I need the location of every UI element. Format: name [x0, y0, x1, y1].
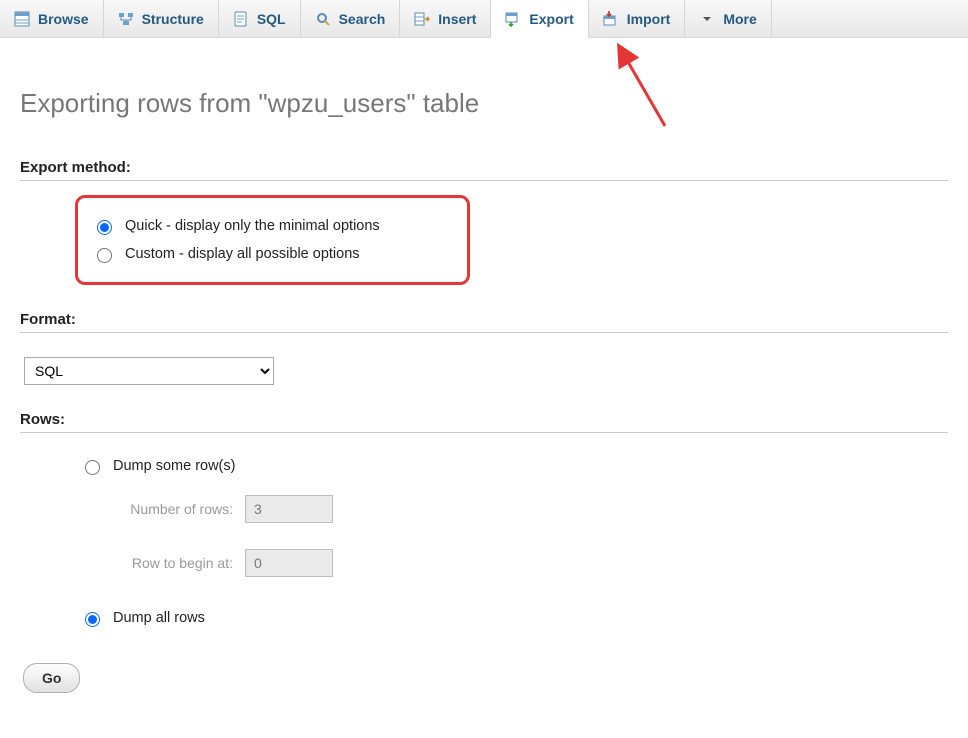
structure-icon	[118, 11, 134, 27]
begin-at-row: Row to begin at:	[118, 549, 948, 577]
tab-label: Browse	[38, 11, 89, 27]
tab-label: Insert	[438, 11, 476, 27]
tab-insert[interactable]: Insert	[400, 0, 491, 37]
go-button[interactable]: Go	[23, 663, 80, 693]
insert-icon	[414, 11, 430, 27]
tab-browse[interactable]: Browse	[0, 0, 104, 37]
radio-custom-label: Custom - display all possible options	[125, 246, 360, 262]
radio-dump-all-label: Dump all rows	[113, 610, 205, 626]
radio-quick[interactable]: Quick - display only the minimal options	[92, 212, 447, 240]
sql-icon	[233, 11, 249, 27]
num-rows-input[interactable]	[245, 495, 333, 523]
chevron-down-icon	[699, 11, 715, 27]
export-method-highlight: Quick - display only the minimal options…	[75, 195, 470, 285]
top-tabbar: Browse Structure SQL Search Insert Expor…	[0, 0, 968, 38]
radio-dump-some-label: Dump some row(s)	[113, 458, 235, 474]
tab-label: Search	[339, 11, 386, 27]
radio-custom[interactable]: Custom - display all possible options	[92, 240, 447, 268]
radio-quick-input[interactable]	[97, 220, 112, 235]
num-rows-row: Number of rows:	[118, 495, 948, 523]
format-select[interactable]: SQL	[24, 357, 274, 385]
radio-quick-label: Quick - display only the minimal options	[125, 218, 380, 234]
tab-label: Export	[529, 11, 573, 27]
search-icon	[315, 11, 331, 27]
tab-export[interactable]: Export	[491, 0, 588, 38]
radio-dump-some-input[interactable]	[85, 460, 100, 475]
dump-some-subfields: Number of rows: Row to begin at:	[118, 495, 948, 577]
tab-label: Structure	[142, 11, 204, 27]
radio-custom-input[interactable]	[97, 248, 112, 263]
begin-at-label: Row to begin at:	[118, 555, 233, 571]
tab-more[interactable]: More	[685, 0, 771, 37]
browse-icon	[14, 11, 30, 27]
export-icon	[505, 11, 521, 27]
tab-search[interactable]: Search	[301, 0, 401, 37]
rows-block: Dump some row(s) Number of rows: Row to …	[80, 451, 948, 633]
num-rows-label: Number of rows:	[118, 501, 233, 517]
tab-label: More	[723, 11, 756, 27]
import-icon	[603, 11, 619, 27]
radio-dump-some[interactable]: Dump some row(s)	[80, 451, 948, 481]
content-area: Exporting rows from "wpzu_users" table E…	[0, 38, 968, 733]
tab-sql[interactable]: SQL	[219, 0, 301, 37]
tab-label: SQL	[257, 11, 286, 27]
section-export-method: Export method:	[20, 159, 948, 181]
section-format: Format:	[20, 311, 948, 333]
radio-dump-all-input[interactable]	[85, 612, 100, 627]
annotation-arrow	[595, 36, 685, 136]
page-title: Exporting rows from "wpzu_users" table	[20, 88, 948, 119]
tab-label: Import	[627, 11, 671, 27]
begin-at-input[interactable]	[245, 549, 333, 577]
tab-structure[interactable]: Structure	[104, 0, 219, 37]
radio-dump-all[interactable]: Dump all rows	[80, 603, 948, 633]
tab-import[interactable]: Import	[589, 0, 686, 37]
section-rows: Rows:	[20, 411, 948, 433]
